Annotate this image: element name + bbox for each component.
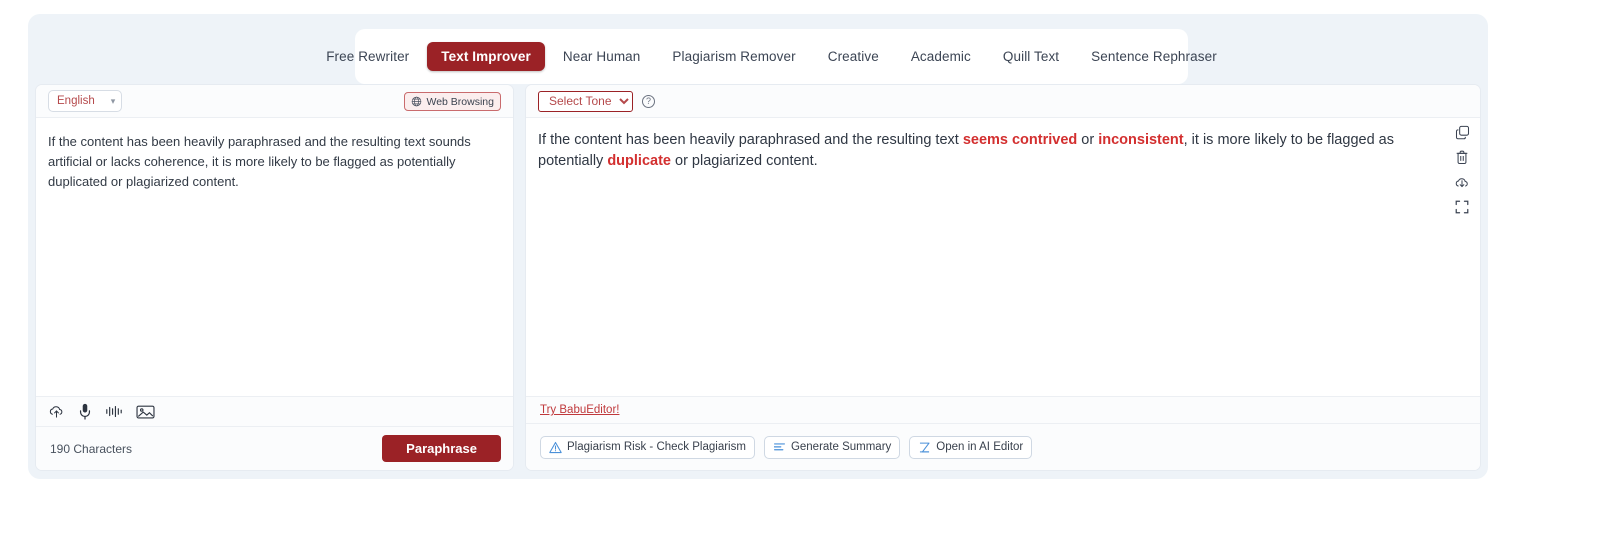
input-panel-footer: 190 Characters Paraphrase — [36, 426, 513, 470]
tab-quill-text[interactable]: Quill Text — [989, 42, 1073, 71]
language-select-value: English — [57, 95, 95, 107]
tab-near-human[interactable]: Near Human — [549, 42, 655, 71]
output-segment: or plagiarized content. — [670, 153, 818, 170]
input-panel-header: English ▾ Web Browsing — [36, 85, 513, 118]
microphone-icon[interactable] — [78, 403, 92, 420]
output-action-rail — [1454, 125, 1470, 214]
open-ai-editor-label: Open in AI Editor — [936, 441, 1024, 453]
trash-icon[interactable] — [1455, 150, 1469, 165]
input-textarea[interactable]: If the content has been heavily paraphra… — [36, 118, 513, 396]
generate-summary-label: Generate Summary — [790, 441, 892, 453]
output-link-bar: Try BabuEditor! — [526, 396, 1480, 423]
warning-triangle-icon — [549, 441, 562, 453]
check-plagiarism-button[interactable]: Plagiarism Risk - Check Plagiarism — [540, 435, 755, 459]
tab-text-improver[interactable]: Text Improver — [427, 42, 545, 71]
summary-lines-icon — [773, 442, 785, 450]
tab-plagiarism-remover[interactable]: Plagiarism Remover — [658, 42, 809, 71]
audio-waveform-icon[interactable] — [105, 404, 123, 419]
character-count: 190 Characters — [50, 441, 133, 456]
tab-academic[interactable]: Academic — [897, 42, 985, 71]
web-browsing-label: Web Browsing — [426, 95, 494, 108]
input-panel: English ▾ Web Browsing If the content ha… — [36, 85, 513, 470]
tab-free-rewriter[interactable]: Free Rewriter — [312, 42, 423, 71]
output-highlight: inconsistent — [1098, 132, 1184, 148]
output-panel: Select Tone ? If the content has been he… — [526, 85, 1480, 470]
image-icon[interactable] — [136, 404, 155, 420]
tab-sentence-rephraser[interactable]: Sentence Rephraser — [1077, 42, 1231, 71]
output-actions-footer: Plagiarism Risk - Check Plagiarism Gener… — [526, 423, 1480, 470]
globe-icon — [412, 96, 422, 107]
paraphrase-button[interactable]: Paraphrase — [382, 435, 501, 462]
tone-select[interactable]: Select Tone — [538, 90, 633, 112]
try-babueditor-link[interactable]: Try BabuEditor! — [540, 404, 619, 416]
input-tools-toolbar — [36, 396, 513, 426]
output-panel-header: Select Tone ? — [526, 85, 1480, 118]
download-cloud-icon[interactable] — [1454, 175, 1470, 190]
open-ai-editor-button[interactable]: Open in AI Editor — [909, 435, 1033, 459]
check-plagiarism-label: Plagiarism Risk - Check Plagiarism — [567, 441, 746, 453]
upload-cloud-icon[interactable] — [48, 403, 65, 420]
question-circle-icon[interactable]: ? — [642, 94, 655, 108]
output-highlight: seems contrived — [962, 132, 1078, 148]
web-browsing-toggle[interactable]: Web Browsing — [404, 92, 501, 111]
editor-panels: English ▾ Web Browsing If the content ha… — [36, 85, 1480, 470]
copy-icon[interactable] — [1455, 125, 1470, 140]
ai-editor-icon — [920, 442, 930, 452]
tab-creative[interactable]: Creative — [814, 42, 893, 71]
fullscreen-icon[interactable] — [1455, 200, 1469, 214]
generate-summary-button[interactable]: Generate Summary — [763, 435, 901, 459]
chevron-down-icon: ▾ — [110, 95, 116, 106]
mode-tab-bar: Free Rewriter Text Improver Near Human P… — [326, 29, 1217, 84]
output-text[interactable]: If the content has been heavily paraphra… — [526, 118, 1480, 396]
output-segment: If the content has been heavily paraphra… — [538, 132, 963, 148]
language-select[interactable]: English ▾ — [48, 90, 123, 112]
output-segment: or — [1077, 132, 1099, 148]
paraphraser-app: Free Rewriter Text Improver Near Human P… — [28, 14, 1488, 479]
output-highlight: duplicate — [607, 153, 671, 170]
